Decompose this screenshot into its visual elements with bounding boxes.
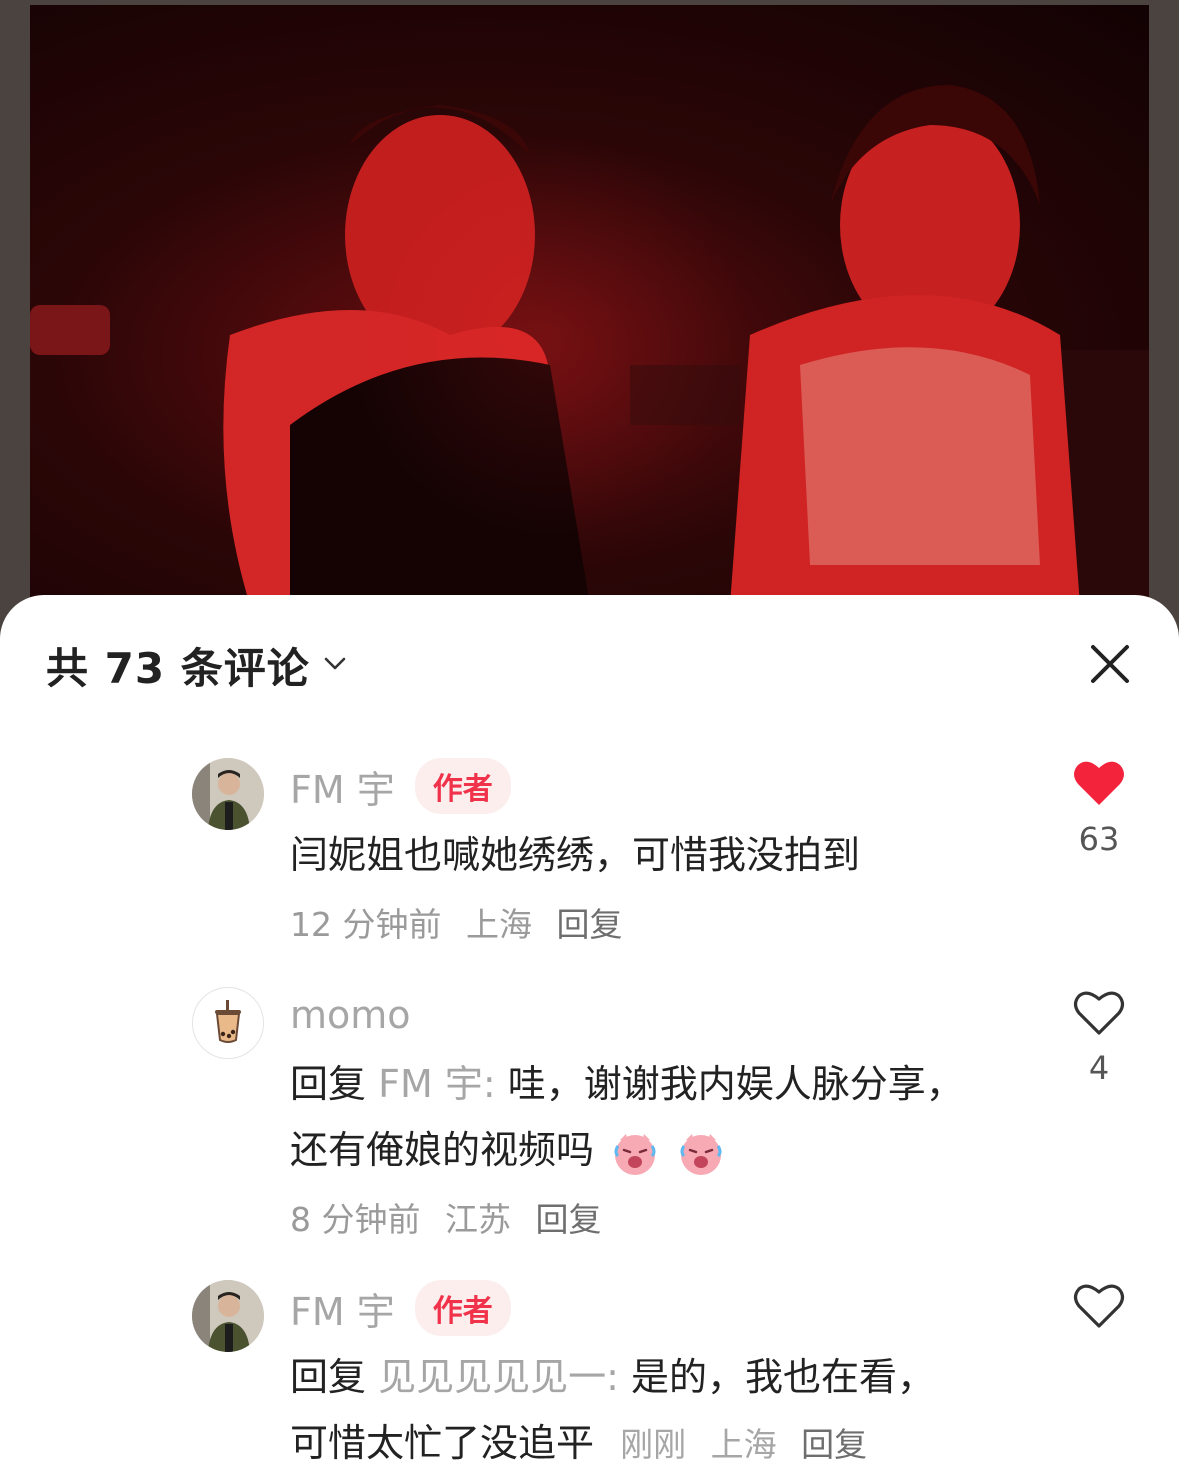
post-photo[interactable] (0, 0, 1179, 640)
heart-outline-icon[interactable] (1072, 1280, 1126, 1330)
comment-text-line2: 还有俺娘的视频吗 (290, 1128, 595, 1172)
like-count: 63 (1078, 820, 1120, 858)
like-button[interactable] (1071, 1280, 1127, 1334)
comment-time: 8 分钟前 (290, 1200, 421, 1239)
reply-prefix: 回复 (290, 1355, 367, 1399)
screen: 共 73 条评论 FM 宇 作者 闫妮姐也喊她绣绣，可惜我没拍到 12 分钟前 … (0, 0, 1179, 1480)
photo-image (30, 5, 1149, 640)
comment-location: 上海 (465, 905, 532, 944)
comments-header[interactable]: 共 73 条评论 (46, 635, 348, 695)
heart-outline-icon[interactable] (1072, 987, 1126, 1037)
comment-location: 上海 (710, 1425, 777, 1464)
chevron-down-icon[interactable] (322, 650, 348, 680)
avatar[interactable] (192, 758, 264, 830)
comment-body: FM 宇 作者 回复 见见见见见一: 是的，我也在看， 可惜太忙了没追平 刚刚 … (290, 1280, 1030, 1478)
comment-text-line1: 是的，我也在看， (618, 1355, 936, 1399)
username[interactable]: FM 宇 (290, 1281, 395, 1336)
comment-body: FM 宇 作者 闫妮姐也喊她绣绣，可惜我没拍到 12 分钟前 上海 回复 (290, 758, 1030, 946)
crying-laughing-pig-emoji (680, 1133, 722, 1175)
reply-prefix: 回复 (290, 1062, 367, 1106)
comment-body: momo 回复 FM 宇: 哇，谢谢我内娱人脉分享， 还有俺娘的视频吗 8 分钟… (290, 987, 1030, 1241)
heart-filled-icon[interactable] (1072, 758, 1126, 808)
reply-target-username[interactable]: 见见见见见一: (378, 1355, 619, 1399)
comment-count-title: 共 73 条评论 (46, 643, 310, 693)
comment-text-line1: 哇，谢谢我内娱人脉分享， (495, 1062, 964, 1106)
comment-text[interactable]: 回复 见见见见见一: 是的，我也在看， 可惜太忙了没追平 刚刚 上海 回复 (290, 1344, 1030, 1478)
bubble-tea-icon (215, 1000, 241, 1043)
comments-sheet: 共 73 条评论 FM 宇 作者 闫妮姐也喊她绣绣，可惜我没拍到 12 分钟前 … (0, 595, 1179, 1480)
like-button[interactable]: 63 (1071, 758, 1127, 858)
comment-meta: 8 分钟前 江苏 回复 (290, 1193, 1030, 1241)
comment-meta: 12 分钟前 上海 回复 (290, 898, 1030, 946)
comment-text[interactable]: 闫妮姐也喊她绣绣，可惜我没拍到 (290, 822, 1030, 888)
like-count: 4 (1088, 1049, 1110, 1087)
avatar[interactable] (192, 987, 264, 1059)
comment-text[interactable]: 回复 FM 宇: 哇，谢谢我内娱人脉分享， 还有俺娘的视频吗 (290, 1051, 1030, 1183)
author-badge: 作者 (414, 758, 511, 814)
like-button[interactable]: 4 (1071, 987, 1127, 1087)
comment-time: 刚刚 (620, 1425, 687, 1464)
username[interactable]: momo (290, 993, 411, 1037)
author-badge: 作者 (414, 1280, 511, 1336)
reply-button[interactable]: 回复 (801, 1425, 867, 1464)
comment-time: 12 分钟前 (290, 905, 442, 944)
comment-text-line2: 可惜太忙了没追平 (290, 1421, 595, 1465)
reply-button[interactable]: 回复 (536, 1200, 602, 1239)
avatar[interactable] (192, 1280, 264, 1352)
reply-target-username[interactable]: FM 宇: (378, 1062, 496, 1106)
comment-meta: 刚刚 上海 回复 (620, 1425, 881, 1464)
username[interactable]: FM 宇 (290, 759, 395, 814)
crying-laughing-pig-emoji (614, 1133, 656, 1175)
comment-location: 江苏 (445, 1200, 511, 1239)
reply-button[interactable]: 回复 (556, 905, 622, 944)
close-icon[interactable] (1089, 643, 1131, 685)
photo-illustration (30, 85, 1149, 605)
